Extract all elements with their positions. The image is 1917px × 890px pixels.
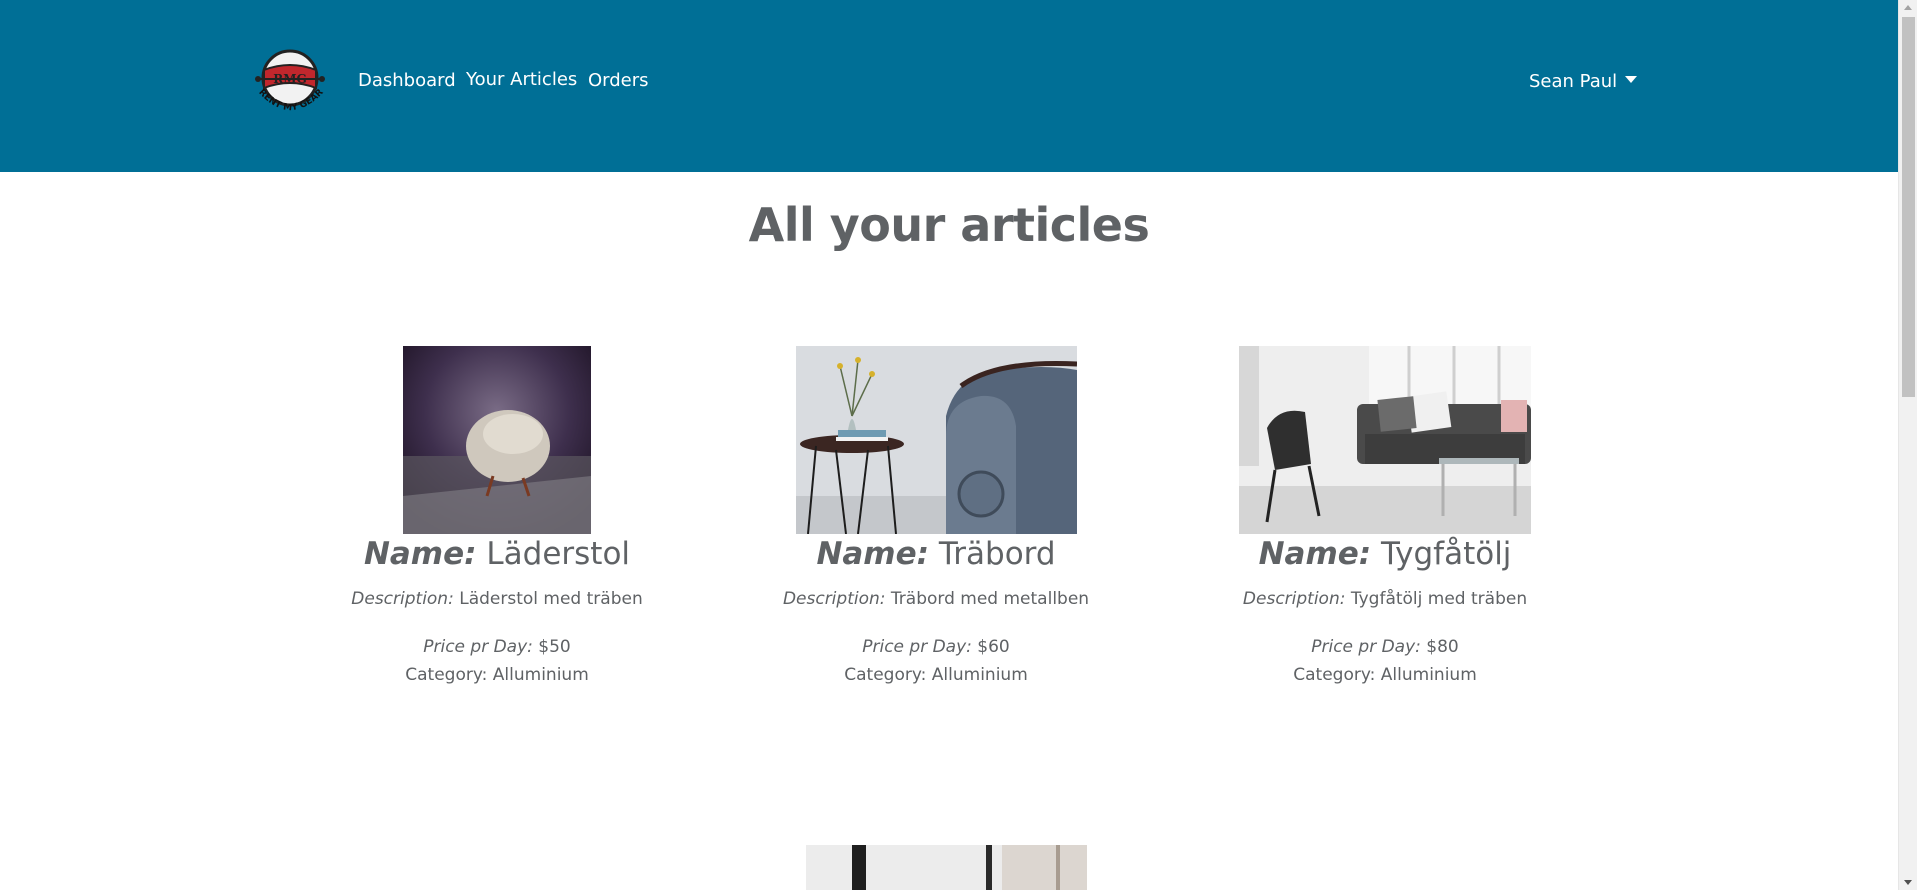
scrollbar-thumb[interactable] (1902, 17, 1915, 397)
article-price-label: Price pr Day: (423, 637, 533, 657)
article-name-value: Läderstol (486, 536, 631, 572)
scroll-up-arrow-icon[interactable] (1904, 5, 1912, 10)
article-description-value: Tygfåtölj med träben (1350, 589, 1528, 609)
article-image-wooden-table[interactable] (795, 346, 1077, 534)
article-name: Name: Tygfåtölj (1185, 534, 1585, 574)
article-description-label: Description: (782, 589, 886, 609)
article-category: Category: Alluminium (844, 665, 1028, 685)
article-image-partial[interactable] (806, 845, 1087, 890)
brand-logo[interactable]: RMG RENT MY GEAR (252, 48, 330, 118)
article-name-label: Name: (1258, 536, 1372, 572)
user-dropdown[interactable]: Sean Paul (1529, 71, 1638, 92)
article-category: Category: Alluminium (1293, 665, 1477, 685)
rmg-logo-icon: RMG RENT MY GEAR (255, 49, 326, 113)
article-price: Price pr Day: $80 (1185, 636, 1585, 658)
article-name: Name: Läderstol (297, 534, 697, 574)
article-description-value: Träbord med metallben (890, 589, 1090, 609)
article-name-label: Name: (363, 536, 477, 572)
article-name-value: Träbord (938, 536, 1056, 572)
nav-link-orders[interactable]: Orders (588, 70, 649, 91)
article-card: Name: Träbord Description: Träbord med m… (736, 346, 1136, 686)
page-title: All your articles (748, 198, 1150, 252)
article-card: Name: Tygfåtölj Description: Tygfåtölj m… (1185, 346, 1585, 686)
article-price-value: $80 (1426, 637, 1459, 657)
page-scrollbar[interactable] (1898, 0, 1917, 890)
article-description: Description: Läderstol med träben (297, 588, 697, 610)
article-description-value: Läderstol med träben (459, 589, 643, 609)
article-description-label: Description: (1242, 589, 1346, 609)
article-image-fabric-armchair[interactable] (1239, 346, 1531, 534)
article-name: Name: Träbord (736, 534, 1136, 574)
article-price-label: Price pr Day: (1311, 637, 1421, 657)
article-price: Price pr Day: $50 (297, 636, 697, 658)
nav-link-dashboard[interactable]: Dashboard (358, 70, 456, 91)
scroll-down-arrow-icon[interactable] (1904, 880, 1912, 885)
user-name: Sean Paul (1529, 71, 1618, 92)
nav-link-your-articles[interactable]: Your Articles (466, 69, 577, 90)
top-navbar: RMG RENT MY GEAR Dashboard Your Articles… (0, 0, 1898, 172)
article-description: Description: Träbord med metallben (736, 588, 1136, 610)
article-image-leather-chair[interactable] (403, 346, 591, 534)
article-name-label: Name: (816, 536, 930, 572)
article-category: Category: Alluminium (405, 665, 589, 685)
article-price-label: Price pr Day: (862, 637, 972, 657)
article-price: Price pr Day: $60 (736, 636, 1136, 658)
article-price-value: $60 (977, 637, 1010, 657)
article-name-value: Tygfåtölj (1381, 536, 1512, 572)
article-description-label: Description: (351, 589, 454, 609)
article-description: Description: Tygfåtölj med träben (1185, 588, 1585, 610)
caret-down-icon (1625, 76, 1638, 83)
logo-text: RMG (273, 72, 307, 86)
article-card: Name: Läderstol Description: Läderstol m… (297, 346, 697, 686)
article-price-value: $50 (538, 637, 571, 657)
